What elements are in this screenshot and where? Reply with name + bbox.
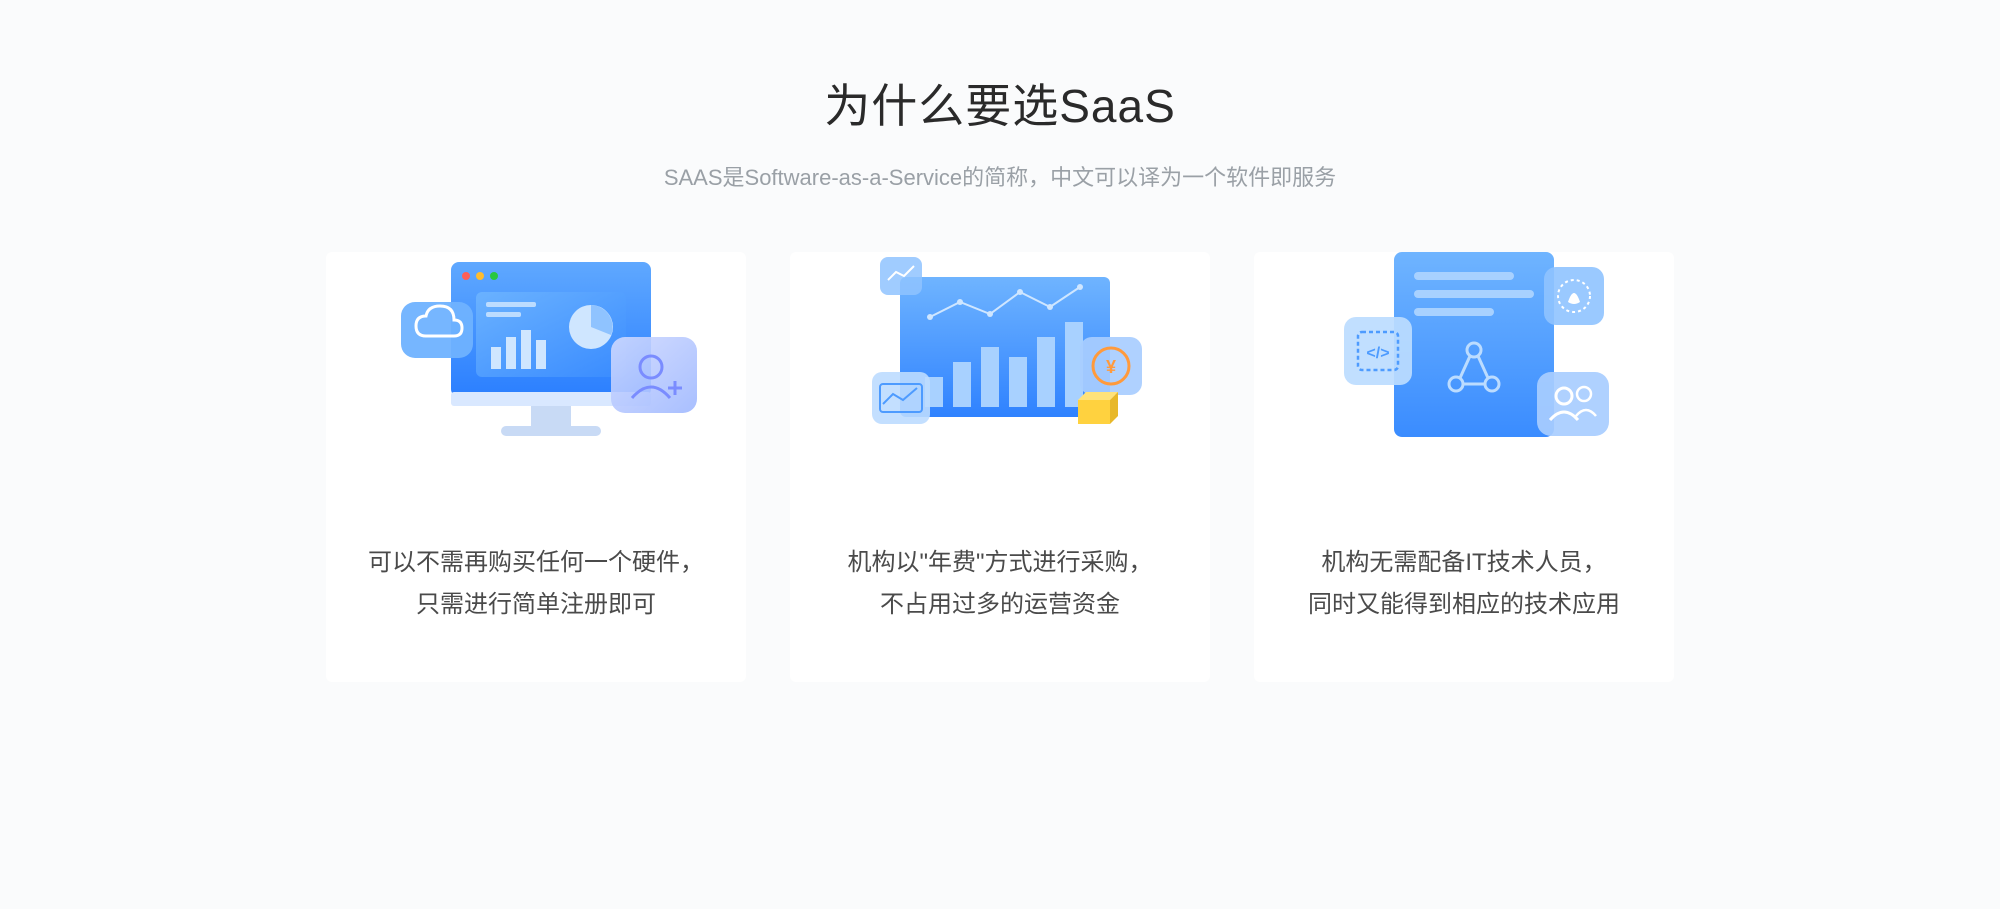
card-text: 可以不需再购买任何一个硬件， 只需进行简单注册即可 bbox=[328, 542, 744, 626]
card-line: 同时又能得到相应的技术应用 bbox=[1308, 584, 1620, 626]
feature-card-hardware: 可以不需再购买任何一个硬件， 只需进行简单注册即可 bbox=[326, 252, 746, 682]
card-text: 机构无需配备IT技术人员， 同时又能得到相应的技术应用 bbox=[1268, 542, 1660, 626]
monitor-dashboard-icon bbox=[326, 222, 746, 482]
section-title: 为什么要选SaaS bbox=[0, 70, 2000, 136]
card-line: 机构无需配备IT技术人员， bbox=[1308, 542, 1620, 584]
card-line: 可以不需再购买任何一个硬件， bbox=[368, 542, 704, 584]
card-text: 机构以"年费"方式进行采购， 不占用过多的运营资金 bbox=[807, 542, 1192, 626]
card-line: 机构以"年费"方式进行采购， bbox=[847, 542, 1152, 584]
document-tech-icon: </> bbox=[1254, 222, 1674, 482]
feature-card-tech: </> 机构无需配备IT技术人员， 同时又能得到相应的技术应用 bbox=[1254, 252, 1674, 682]
feature-card-fee: ¥ 机构以"年费"方式进行采购， 不占用过多的运营资金 bbox=[790, 252, 1210, 682]
section-subtitle: SAAS是Software-as-a-Service的简称，中文可以译为一个软件… bbox=[0, 160, 2000, 192]
card-line: 只需进行简单注册即可 bbox=[368, 584, 704, 626]
svg-text:</>: </> bbox=[1366, 345, 1389, 362]
svg-text:¥: ¥ bbox=[1106, 357, 1116, 377]
chart-finance-icon: ¥ bbox=[790, 222, 1210, 482]
section-header: 为什么要选SaaS SAAS是Software-as-a-Service的简称，… bbox=[0, 70, 2000, 192]
card-line: 不占用过多的运营资金 bbox=[847, 584, 1152, 626]
feature-cards: 可以不需再购买任何一个硬件， 只需进行简单注册即可 bbox=[0, 252, 2000, 682]
